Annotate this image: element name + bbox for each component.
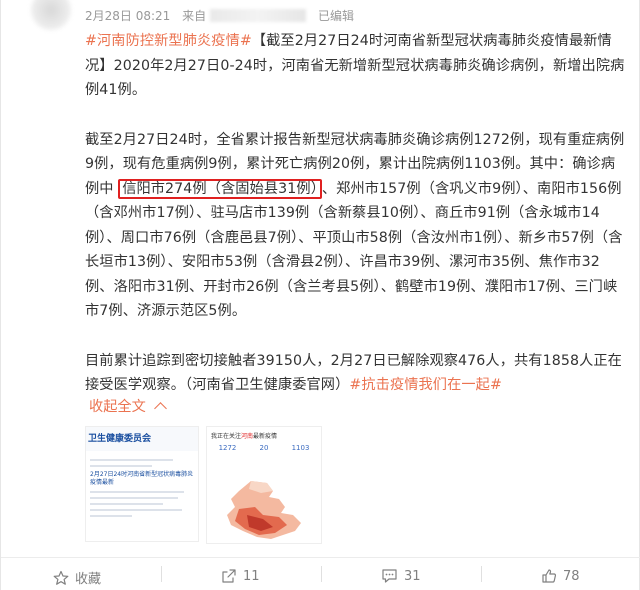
post-image-1[interactable]: 卫生健康委员会 2月27日24时河南省新型冠状病毒肺炎疫情最新 [85,426,199,542]
weibo-post-card: 2月28日 08:21 来自 已编辑 #河南防控新型肺炎疫情#【截至2月27日2… [0,0,640,590]
collapse-text-button[interactable]: 收起全文 [89,396,167,416]
image-2-stats: 1272 20 1103 [207,440,321,452]
paragraph-2-rest: 、郑州市157例（含巩义市9例）、南阳市156例（含邓州市17例）、驻马店市13… [85,180,623,320]
image-2-stat-recovered: 1103 [291,444,310,452]
highlighted-xinyang-count: 信阳市274例（含固始县31例） [118,178,322,199]
paragraph-3: 目前累计追踪到密切接触者39150人，2月27日已解除观察476人，共有1858… [85,349,625,398]
comment-button[interactable]: 31 [381,568,421,584]
chevron-up-icon [153,402,167,415]
blurred-source [210,9,307,22]
image-1-logo-text: 卫生健康委员会 [88,434,152,444]
repost-count: 11 [243,568,260,584]
paragraph-1: #河南防控新型肺炎疫情#【截至2月27日24时河南省新型冠状病毒肺炎疫情最新情况… [85,29,625,103]
action-separator [321,566,322,582]
post-text: #河南防控新型肺炎疫情#【截至2月27日24时河南省新型冠状病毒肺炎疫情最新情况… [85,29,625,398]
avatar[interactable] [31,0,71,30]
edited-label[interactable]: 已编辑 [318,9,354,23]
paragraph-2: 截至2月27日24时，全省累计报告新型冠状病毒肺炎确诊病例1272例，现有重症病… [85,128,625,324]
hashtag-link[interactable]: #河南防控新型肺炎疫情# [85,33,252,49]
comment-icon [382,569,397,583]
action-separator [161,566,162,582]
image-2-stat-confirmed: 1272 [218,444,237,452]
image-2-title: 我正在关注河南最新疫情 [211,433,278,440]
post-image-2[interactable]: 我正在关注河南最新疫情 1272 20 1103 [206,426,322,544]
henan-map-graphic [227,481,301,539]
repost-button[interactable]: 11 [221,568,260,584]
action-separator [481,566,482,582]
post-meta: 2月28日 08:21 来自 已编辑 [85,7,354,24]
image-2-stat-deaths: 20 [259,444,269,452]
hashtag-link-end[interactable]: #抗击疫情我们在一起# [349,377,502,393]
favorite-label: 收藏 [75,572,102,587]
image-1-headline: 2月27日24时河南省新型冠状病毒肺炎疫情最新 [90,471,194,486]
favorite-button[interactable]: 收藏 [53,568,101,587]
star-icon [53,570,69,585]
post-date[interactable]: 2月28日 08:21 [85,9,170,23]
image-1-body: 2月27日24时河南省新型冠状病毒肺炎疫情最新 [86,451,198,525]
collapse-label: 收起全文 [89,399,146,415]
thumbs-up-icon [542,569,557,583]
source-prefix: 来自 [182,9,207,23]
comment-count: 31 [404,568,421,584]
actions-divider [1,557,640,558]
like-count: 78 [563,568,580,584]
image-1-header: 卫生健康委员会 [86,427,198,451]
like-button[interactable]: 78 [541,568,580,584]
repost-icon [222,569,236,583]
